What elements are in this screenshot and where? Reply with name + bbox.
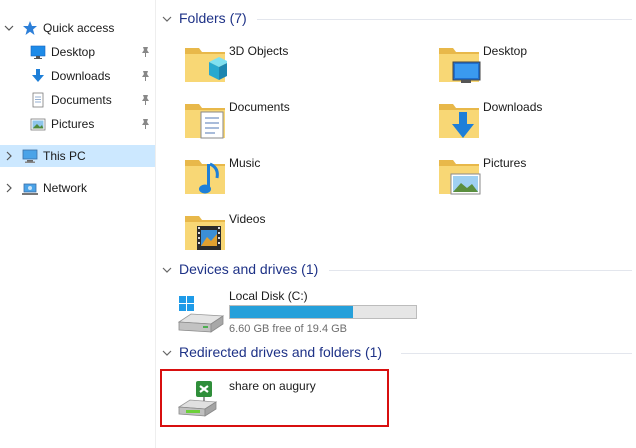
desktop-folder-icon <box>439 48 481 83</box>
nav-quick-access[interactable]: Quick access <box>0 17 155 39</box>
drive-usage-bar <box>229 305 417 319</box>
nav-item-downloads[interactable]: Downloads <box>0 65 155 87</box>
nav-item-documents[interactable]: Documents <box>0 89 155 111</box>
pin-icon[interactable] <box>140 94 151 106</box>
nav-item-desktop[interactable]: Desktop <box>0 41 155 63</box>
folder-label: Pictures <box>483 156 527 170</box>
nav-quick-access-label: Quick access <box>43 21 115 35</box>
network-share-drive-icon <box>178 381 218 417</box>
folder-3d-objects[interactable]: 3D Objects <box>157 38 397 92</box>
pictures-icon <box>30 118 46 131</box>
drive-free-space: 6.60 GB free of 19.4 GB <box>229 323 348 335</box>
nav-item-label: Desktop <box>51 45 96 59</box>
group-header-devices[interactable]: Devices and drives (1) <box>157 259 636 281</box>
network-icon <box>22 183 38 195</box>
folder-documents[interactable]: Documents <box>157 94 397 148</box>
nav-this-pc-label: This PC <box>43 149 86 163</box>
star-icon <box>23 21 37 35</box>
group-title: Folders (7) <box>179 10 247 26</box>
chevron-right-icon[interactable] <box>4 150 14 162</box>
folder-label: Desktop <box>483 44 528 58</box>
group-divider <box>329 270 632 271</box>
folder-videos[interactable]: Videos <box>157 206 397 260</box>
drive-local-disk[interactable]: Local Disk (C:) 6.60 GB free of 19.4 GB <box>157 284 457 340</box>
folder-label: 3D Objects <box>229 44 289 58</box>
drive-usage-fill <box>230 306 353 318</box>
group-divider <box>257 19 632 20</box>
group-header-redirected[interactable]: Redirected drives and folders (1) <box>157 342 636 364</box>
downloads-folder-icon <box>439 104 479 138</box>
downloads-icon <box>32 69 44 82</box>
group-title: Devices and drives (1) <box>179 261 319 277</box>
pin-icon[interactable] <box>140 70 151 82</box>
folder-downloads[interactable]: Downloads <box>411 94 636 148</box>
hard-drive-icon <box>177 296 225 333</box>
folder-pictures[interactable]: Pictures <box>411 150 636 204</box>
chevron-down-icon[interactable] <box>162 14 172 24</box>
folder-label: Music <box>229 156 261 170</box>
share-label: share on augury <box>229 379 316 393</box>
chevron-down-icon[interactable] <box>4 22 14 34</box>
nav-network-label: Network <box>43 181 88 195</box>
nav-this-pc[interactable]: This PC <box>0 145 155 167</box>
chevron-down-icon[interactable] <box>162 265 172 275</box>
computer-icon <box>22 149 38 163</box>
group-title: Redirected drives and folders (1) <box>179 344 383 360</box>
desktop-icon <box>30 45 46 59</box>
3d-objects-folder-icon <box>185 48 227 82</box>
pin-icon[interactable] <box>140 46 151 58</box>
redirected-share-augury[interactable]: share on augury <box>160 369 389 427</box>
nav-item-label: Downloads <box>51 69 111 83</box>
videos-folder-icon <box>185 216 225 250</box>
music-folder-icon <box>185 160 225 194</box>
folder-label: Videos <box>229 212 266 226</box>
documents-icon <box>32 92 44 108</box>
nav-item-label: Pictures <box>51 117 95 131</box>
group-header-folders[interactable]: Folders (7) <box>157 8 636 30</box>
chevron-down-icon[interactable] <box>162 348 172 358</box>
chevron-right-icon[interactable] <box>4 182 14 194</box>
nav-item-pictures[interactable]: Pictures <box>0 113 155 135</box>
content-pane: Folders (7) 3D Objects Desktop Documents… <box>157 0 636 448</box>
folder-label: Documents <box>229 100 290 114</box>
drive-name: Local Disk (C:) <box>229 289 308 303</box>
pin-icon[interactable] <box>140 118 151 130</box>
pictures-folder-icon <box>439 160 481 195</box>
nav-network[interactable]: Network <box>0 177 155 199</box>
nav-item-label: Documents <box>51 93 112 107</box>
documents-folder-icon <box>185 104 225 139</box>
navigation-pane: Quick access Desktop Downloads Documents… <box>0 0 156 448</box>
folder-label: Downloads <box>483 100 543 114</box>
group-divider <box>401 353 632 354</box>
folder-music[interactable]: Music <box>157 150 397 204</box>
folder-desktop[interactable]: Desktop <box>411 38 636 92</box>
